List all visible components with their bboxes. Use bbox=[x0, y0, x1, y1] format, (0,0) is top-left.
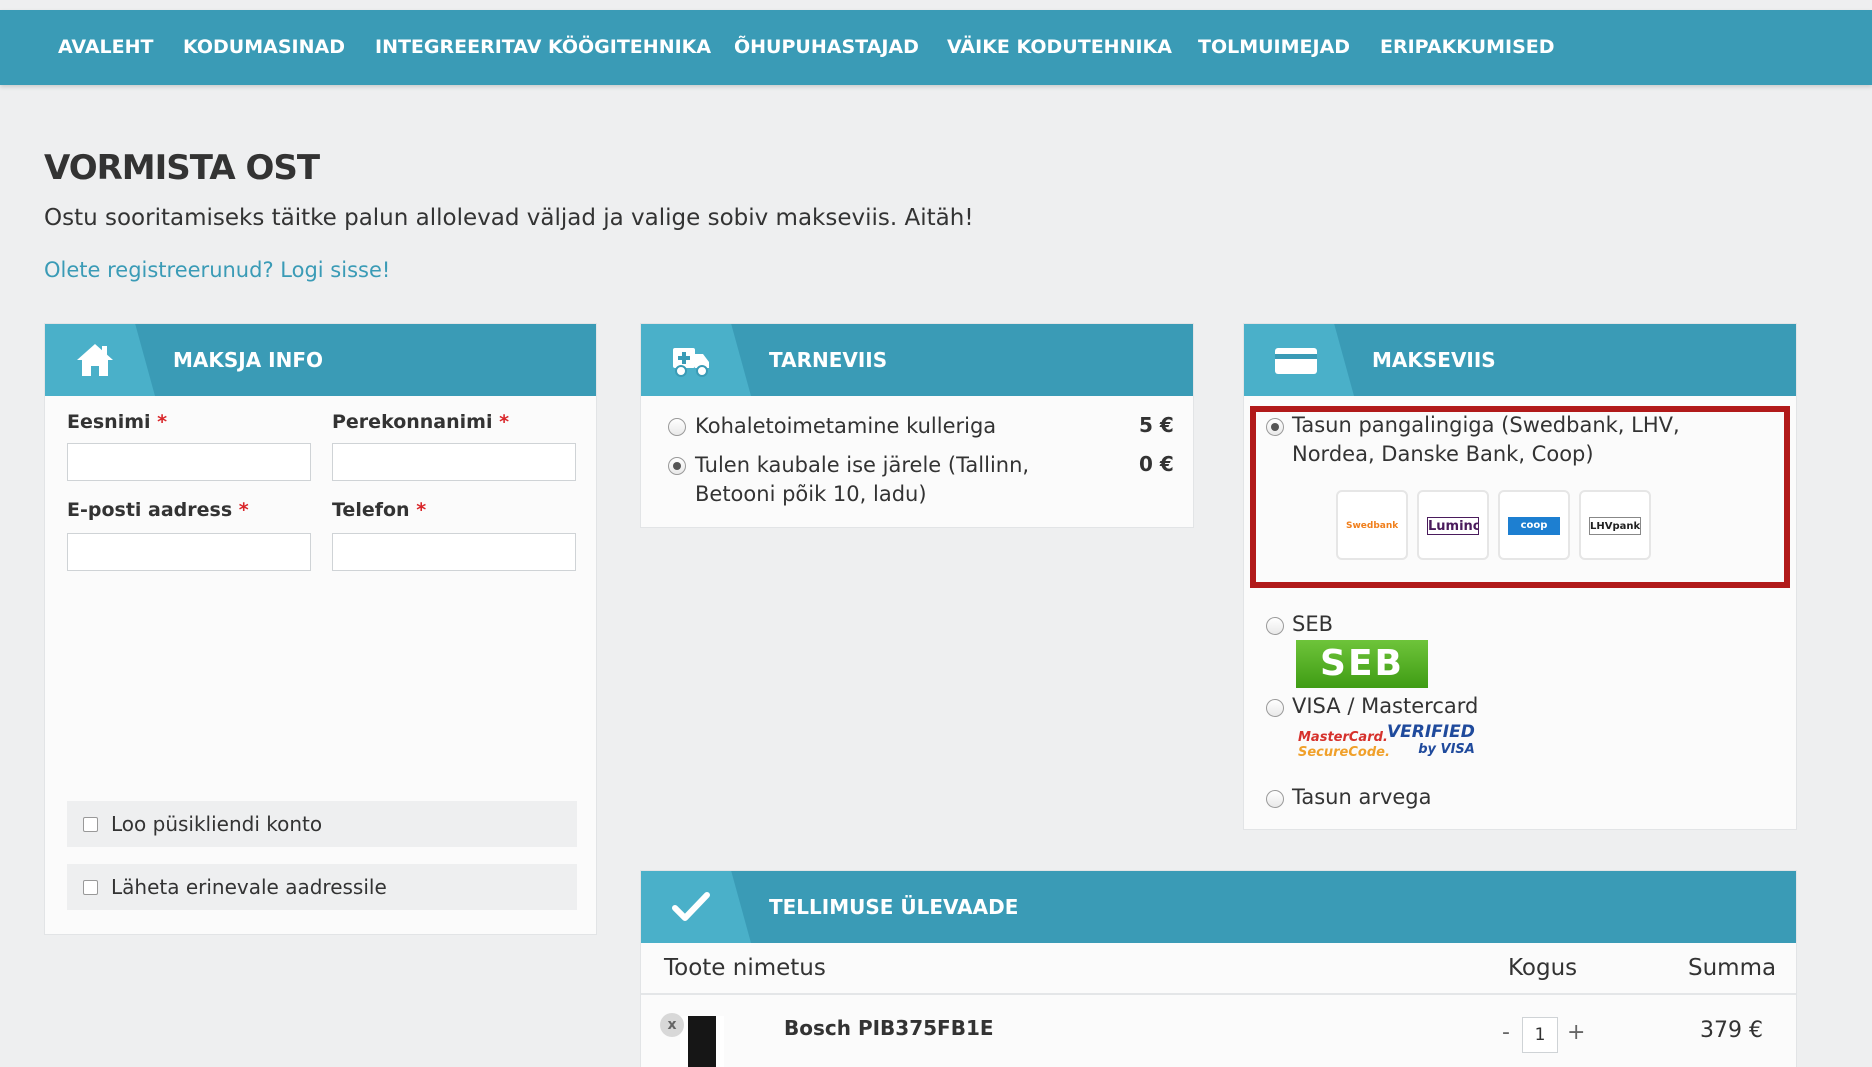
nav-item-ohupuhastajad[interactable]: ÕHUPUHASTAJAD bbox=[734, 10, 919, 85]
last-name-label-text: Perekonnanimi bbox=[332, 411, 493, 433]
seb-logo[interactable]: SEB bbox=[1296, 640, 1428, 688]
first-name-input[interactable] bbox=[67, 443, 311, 481]
different-address-checkbox[interactable] bbox=[83, 880, 98, 895]
first-name-label: Eesnimi * bbox=[67, 411, 167, 433]
product-sum: 379 € bbox=[1700, 1018, 1763, 1043]
delivery-pickup-price: 0 € bbox=[1139, 452, 1174, 476]
different-address-label: Läheta erinevale aadressile bbox=[111, 875, 387, 899]
payment-card-radio[interactable] bbox=[1266, 699, 1284, 717]
visa-logo-line1: VERIFIED bbox=[1387, 722, 1475, 742]
last-name-input[interactable] bbox=[332, 443, 576, 481]
payer-panel-title: MAKSJA INFO bbox=[173, 348, 324, 372]
nav-item-integreeritav[interactable]: INTEGREERITAV KÖÖGITEHNIKA bbox=[375, 10, 711, 85]
payment-seb-radio[interactable] bbox=[1266, 617, 1284, 635]
bank-logo-lhv[interactable]: LHVpank bbox=[1579, 490, 1651, 560]
first-name-label-text: Eesnimi bbox=[67, 411, 151, 433]
lhv-logo-text: LHVpank bbox=[1589, 517, 1641, 535]
bank-logo-coop[interactable]: coop bbox=[1498, 490, 1570, 560]
payment-invoice-radio[interactable] bbox=[1266, 790, 1284, 808]
order-panel-title: TELLIMUSE ÜLEVAADE bbox=[769, 895, 1019, 919]
payment-seb-label: SEB bbox=[1292, 612, 1334, 636]
product-name[interactable]: Bosch PIB375FB1E bbox=[784, 1016, 994, 1040]
payment-banklink-label: Tasun pangalingiga (Swedbank, LHV, Norde… bbox=[1292, 413, 1680, 466]
payer-panel: MAKSJA INFO Eesnimi * Perekonnanimi * E-… bbox=[44, 323, 597, 935]
last-name-label: Perekonnanimi * bbox=[332, 411, 509, 433]
mastercard-logo-line2: SecureCode. bbox=[1298, 745, 1390, 760]
product-thumbnail bbox=[680, 1016, 724, 1067]
payment-card-label: VISA / Mastercard bbox=[1292, 694, 1479, 718]
delivery-courier-price: 5 € bbox=[1139, 413, 1174, 437]
required-mark: * bbox=[416, 499, 427, 521]
payment-banklink-radio[interactable] bbox=[1266, 418, 1284, 436]
nav-item-avaleht[interactable]: AVALEHT bbox=[58, 10, 153, 85]
create-account-row[interactable]: Loo püsikliendi konto bbox=[67, 801, 577, 847]
delivery-pickup-radio[interactable] bbox=[668, 457, 686, 475]
required-mark: * bbox=[157, 411, 168, 433]
nav-item-kodumasinad[interactable]: KODUMASINAD bbox=[183, 10, 345, 85]
required-mark: * bbox=[238, 499, 249, 521]
payment-invoice-label: Tasun arvega bbox=[1292, 785, 1432, 809]
bank-logo-luminor[interactable]: Luminor bbox=[1417, 490, 1489, 560]
delivery-panel-header: TARNEVIIS bbox=[641, 324, 1193, 396]
checkmark-icon bbox=[672, 892, 710, 921]
delivery-panel: TARNEVIIS Kohaletoimetamine kulleriga 5 … bbox=[640, 323, 1194, 528]
delivery-pickup-label: Tulen kaubale ise järele (Tallinn, Betoo… bbox=[695, 453, 1030, 506]
bank-logo-swedbank[interactable]: Swedbank bbox=[1336, 490, 1408, 560]
different-address-row[interactable]: Läheta erinevale aadressile bbox=[67, 864, 577, 910]
delivery-panel-title: TARNEVIIS bbox=[769, 348, 888, 372]
qty-increase-button[interactable]: + bbox=[1567, 1020, 1585, 1045]
email-label-text: E-posti aadress bbox=[67, 499, 233, 521]
payer-panel-header: MAKSJA INFO bbox=[45, 324, 596, 396]
qty-input[interactable]: 1 bbox=[1522, 1017, 1558, 1053]
remove-item-button[interactable]: x bbox=[660, 1013, 684, 1037]
main-nav: AVALEHT KODUMASINAD INTEGREERITAV KÖÖGIT… bbox=[0, 10, 1872, 85]
page-subtitle: Ostu sooritamiseks täitke palun alloleva… bbox=[44, 205, 974, 231]
nav-item-tolmuimejad[interactable]: TOLMUIMEJAD bbox=[1198, 10, 1350, 85]
order-col-sum: Summa bbox=[1688, 955, 1777, 981]
phone-input[interactable] bbox=[332, 533, 576, 571]
payment-panel-title: MAKSEVIIS bbox=[1372, 348, 1496, 372]
qty-decrease-button[interactable]: - bbox=[1502, 1020, 1510, 1045]
order-panel-header: TELLIMUSE ÜLEVAADE bbox=[641, 871, 1796, 943]
email-input[interactable] bbox=[67, 533, 311, 571]
nav-item-eripakkumised[interactable]: ERIPAKKUMISED bbox=[1380, 10, 1555, 85]
phone-label-text: Telefon bbox=[332, 499, 410, 521]
mastercard-logo-line1: MasterCard. bbox=[1298, 730, 1388, 745]
top-strip bbox=[0, 0, 1872, 10]
email-label: E-posti aadress * bbox=[67, 499, 249, 521]
delivery-courier-radio[interactable] bbox=[668, 418, 686, 436]
verified-by-visa-logo: VERIFIED by VISA bbox=[1387, 724, 1475, 758]
page-title: VORMISTA OST bbox=[44, 148, 320, 188]
swedbank-logo-text: Swedbank bbox=[1346, 521, 1398, 531]
order-col-name: Toote nimetus bbox=[664, 955, 826, 981]
login-link[interactable]: Olete registreerunud? Logi sisse! bbox=[44, 258, 390, 282]
visa-logo-line2: by VISA bbox=[1418, 742, 1475, 757]
create-account-label: Loo püsikliendi konto bbox=[111, 812, 323, 836]
phone-label: Telefon * bbox=[332, 499, 426, 521]
order-header-divider bbox=[641, 993, 1796, 995]
coop-logo-text: coop bbox=[1508, 517, 1560, 535]
required-mark: * bbox=[499, 411, 510, 433]
credit-card-icon bbox=[1275, 348, 1317, 374]
truck-icon bbox=[673, 348, 709, 377]
nav-item-vaike-kodutehnika[interactable]: VÄIKE KODUTEHNIKA bbox=[947, 10, 1172, 85]
delivery-courier-label: Kohaletoimetamine kulleriga bbox=[695, 414, 997, 438]
mastercard-securecode-logo: MasterCard. SecureCode. bbox=[1298, 730, 1390, 760]
create-account-checkbox[interactable] bbox=[83, 817, 98, 832]
payment-panel-header: MAKSEVIIS bbox=[1244, 324, 1796, 396]
luminor-logo-text: Luminor bbox=[1427, 517, 1479, 535]
home-icon bbox=[77, 344, 113, 376]
order-col-qty: Kogus bbox=[1508, 955, 1578, 981]
